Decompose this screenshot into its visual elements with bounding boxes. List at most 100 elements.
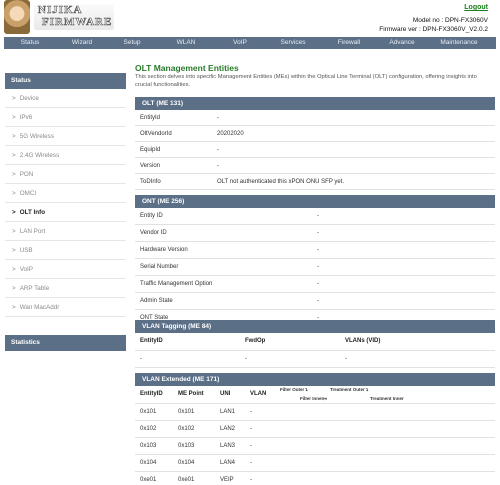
vlan-extended-panel: VLAN Extended (ME 171) EntityID ME Point…: [135, 373, 495, 485]
top-nav: Status Wizard Setup WLAN VoIP Services F…: [4, 37, 496, 49]
nav-status[interactable]: Status: [4, 37, 56, 49]
table-row: 0x102 0x102 LAN2 -: [135, 420, 495, 438]
sidebar-item-device[interactable]: > Device: [5, 89, 126, 108]
ont-key: Vendor ID: [140, 230, 167, 236]
vlan-extended-table: EntityID ME Point UNI VLAN Filter Outer↴…: [135, 386, 495, 485]
sidebar-item-label: OLT Info: [19, 209, 46, 216]
sidebar-item-usb[interactable]: > USB: [5, 241, 126, 260]
brand-logo: NIJIKA FIRMWARE: [4, 0, 116, 34]
ont-key: Entity ID: [140, 213, 163, 219]
sidebar-statistics-header[interactable]: Statistics: [5, 335, 126, 351]
vlan-extended-header: VLAN Extended (ME 171): [135, 373, 495, 386]
model-number: Model no : DPN-FX3060V: [412, 17, 488, 24]
sidebar-item-label: PON: [19, 171, 34, 178]
main-content: OLT Management Entities This section del…: [135, 63, 495, 485]
page-description: This section delves into specific Manage…: [135, 74, 477, 88]
sidebar-item-5g-wireless[interactable]: >5G Wireless: [5, 127, 126, 146]
chevron-right-icon: >: [12, 228, 16, 235]
table-cell: 0x101: [135, 403, 173, 421]
sidebar-item-label: Device: [19, 95, 39, 102]
sidebar-item-omci[interactable]: > OMCI: [5, 184, 126, 203]
logout-link[interactable]: Logout: [464, 4, 488, 11]
sidebar-item-label: ARP Table: [19, 285, 50, 292]
sidebar-item-label: 2.4G Wireless: [19, 152, 60, 159]
olt-value: 20202020: [217, 131, 244, 137]
chevron-right-icon: >: [12, 304, 16, 311]
sidebar-item-ipv6[interactable]: > IPv6: [5, 108, 126, 127]
sidebar-item-label: Wan MacAddr: [19, 304, 60, 311]
vlan-tagging-panel: VLAN Tagging (ME 84) EntityID FwdOp VLAN…: [135, 320, 495, 368]
ont-value: -: [317, 281, 319, 287]
nav-wlan[interactable]: WLAN: [156, 37, 216, 49]
table-cell: -: [245, 420, 495, 438]
sidebar-item-label: LAN Port: [19, 228, 46, 235]
table-row: 0x101 0x101 LAN1 -: [135, 403, 495, 421]
table-header-row: EntityID ME Point UNI VLAN Filter Outer↴…: [135, 386, 495, 404]
chevron-right-icon: >: [12, 266, 16, 273]
table-cell: 0xe01: [135, 471, 173, 485]
chevron-right-icon: >: [12, 209, 16, 216]
table-cell: -: [245, 403, 495, 421]
vlan-column-label: VLAN: [250, 391, 267, 398]
olt-row: Version -: [135, 158, 495, 174]
column-header: FwdOp: [240, 333, 340, 351]
chevron-right-icon: >: [12, 152, 16, 159]
table-cell: -: [240, 350, 340, 368]
sidebar-item-label: VoIP: [19, 266, 33, 273]
sidebar-item-wan-macaddr[interactable]: > Wan MacAddr: [5, 298, 126, 317]
sidebar-item-24g-wireless[interactable]: >2.4G Wireless: [5, 146, 126, 165]
nav-voip[interactable]: VoIP: [216, 37, 264, 49]
ont-key: Traffic Management Option: [140, 281, 213, 287]
nav-setup[interactable]: Setup: [108, 37, 156, 49]
table-cell: 0x104: [135, 454, 173, 472]
table-cell: -: [245, 437, 495, 455]
sidebar-item-lan-port[interactable]: > LAN Port: [5, 222, 126, 241]
header: NIJIKA FIRMWARE Logout Model no : DPN-FX…: [0, 0, 500, 36]
ont-key: Admin State: [140, 298, 173, 304]
sidebar-item-pon[interactable]: > PON: [5, 165, 126, 184]
ont-row: Hardware Version -: [135, 242, 495, 259]
sidebar-item-voip[interactable]: > VoIP: [5, 260, 126, 279]
sidebar-item-olt-info[interactable]: > OLT Info: [5, 203, 126, 222]
sidebar-item-label: USB: [19, 247, 33, 254]
olt-key: EquipId: [140, 147, 161, 153]
sidebar-item-label: IPv6: [19, 114, 33, 121]
table-cell: -: [245, 454, 495, 472]
table-cell: -: [245, 471, 495, 485]
filter-outer-label: Filter Outer↴: [280, 387, 309, 392]
olt-key: Version: [140, 163, 161, 169]
ont-row: Admin State -: [135, 293, 495, 310]
sidebar-item-arp-table[interactable]: > ARP Table: [5, 279, 126, 298]
olt-key: OltVendorId: [140, 131, 172, 137]
olt-key: EntityId: [140, 115, 161, 121]
nav-firewall[interactable]: Firewall: [322, 37, 376, 49]
column-header: EntityID: [135, 386, 173, 404]
nav-advance[interactable]: Advance: [376, 37, 428, 49]
olt-value: -: [217, 115, 219, 121]
chevron-right-icon: >: [12, 190, 16, 197]
nav-wizard[interactable]: Wizard: [56, 37, 108, 49]
brand-wordmark: NIJIKA FIRMWARE: [34, 4, 114, 30]
table-cell: LAN3: [215, 437, 245, 455]
table-row: 0xe01 0xe01 VEIP -: [135, 471, 495, 485]
table-row: 0x104 0x104 LAN4 -: [135, 454, 495, 472]
table-cell: LAN2: [215, 420, 245, 438]
chevron-right-icon: >: [12, 114, 16, 121]
nav-services[interactable]: Services: [264, 37, 322, 49]
firmware-version: Firmware ver : DPN-FX3060V_V2.0.2: [379, 26, 488, 33]
olt-key: ToDInfo: [140, 179, 161, 185]
nav-maintenance[interactable]: Maintenance: [428, 37, 490, 49]
chevron-right-icon: >: [12, 95, 16, 102]
column-header: ME Point: [173, 386, 215, 404]
sidebar-status-header[interactable]: Status: [5, 73, 126, 89]
olt-value: OLT not authenticated this xPON ONU SFP …: [217, 179, 345, 185]
olt-row: ToDInfo OLT not authenticated this xPON O…: [135, 174, 495, 190]
olt-row: EntityId -: [135, 110, 495, 126]
table-cell: 0x101: [173, 403, 215, 421]
table-cell: -: [340, 350, 495, 368]
ont-key: Serial Number: [140, 264, 179, 270]
ont-value: -: [317, 247, 319, 253]
column-header-vlan: VLAN Filter Outer↴ Treatment Outer↴ Filt…: [245, 386, 495, 404]
sidebar-item-label: 5G Wireless: [19, 133, 54, 140]
olt-row: EquipId -: [135, 142, 495, 158]
